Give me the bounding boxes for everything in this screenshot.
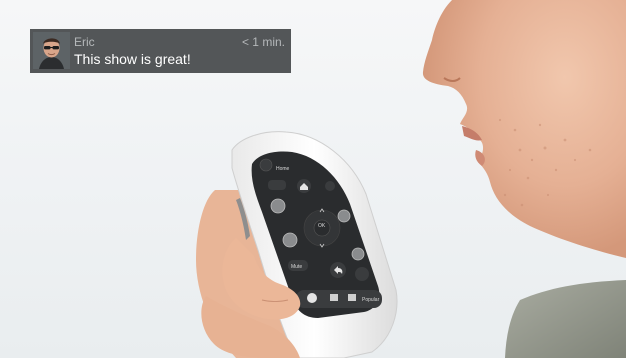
guide-button — [268, 180, 286, 190]
cart-button — [348, 294, 356, 301]
settings-button — [325, 181, 335, 191]
ok-label: OK — [318, 223, 326, 229]
menu-button — [355, 267, 369, 281]
channel-down-button — [351, 247, 365, 261]
notification-header: Eric < 1 min. — [74, 35, 285, 49]
volume-down-button — [282, 232, 298, 248]
face-profile — [422, 0, 626, 258]
volume-up-button — [270, 198, 286, 214]
media-button — [330, 294, 338, 301]
notification-text: Eric < 1 min. This show is great! — [74, 29, 291, 73]
person-with-sunglasses-icon — [33, 32, 70, 69]
sender-name: Eric — [74, 35, 95, 49]
power-button — [259, 158, 273, 172]
chat-notification[interactable]: Eric < 1 min. This show is great! — [30, 29, 291, 73]
message-text: This show is great! — [74, 51, 191, 67]
mute-label: Mute — [291, 264, 302, 270]
shirt — [505, 280, 626, 358]
avatar — [33, 32, 70, 69]
smiley-button — [307, 293, 317, 303]
popular-label: Popular — [362, 297, 380, 303]
home-label: Home — [276, 166, 290, 172]
timestamp: < 1 min. — [241, 35, 285, 49]
channel-up-button — [337, 209, 351, 223]
